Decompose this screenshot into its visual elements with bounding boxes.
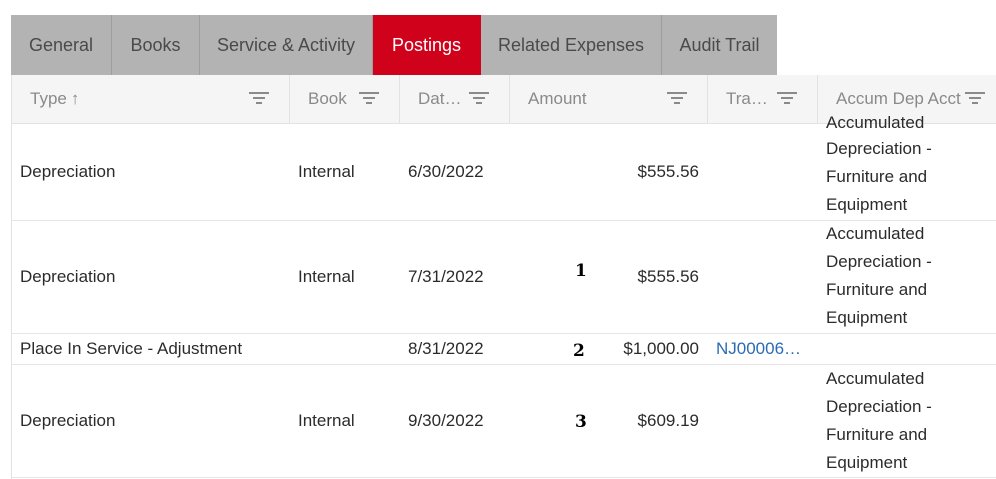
tab-postings[interactable]: Postings — [373, 15, 481, 75]
cell-date: 7/31/2022 — [408, 267, 484, 286]
tab-books[interactable]: Books — [112, 15, 200, 75]
tab-audit-trail[interactable]: Audit Trail — [662, 15, 777, 75]
filter-icon[interactable] — [359, 91, 379, 107]
cell-accum-dep-acct: Depreciation - Furniture and Equipment — [826, 139, 932, 214]
cell-date: 9/30/2022 — [408, 411, 484, 430]
tab-related-expenses[interactable]: Related Expenses — [481, 15, 662, 75]
cell-book: Internal — [298, 161, 355, 181]
column-header-label: Book — [308, 89, 347, 108]
postings-grid: Type ↑ Book Dat… Amount Tra… Accum Dep A… — [11, 75, 996, 479]
filter-icon[interactable] — [965, 91, 985, 107]
column-header-type[interactable]: Type ↑ — [12, 75, 290, 123]
column-header-label: Type — [30, 89, 67, 108]
cell-accum-dep-acct: Accumulated Depreciation - Furniture and… — [826, 224, 932, 327]
column-header-amount[interactable]: Amount — [510, 75, 708, 123]
cell-type: Place In Service - Adjustment — [20, 339, 243, 358]
table-row[interactable]: Place In Service - Adjustment 8/31/2022 … — [12, 334, 996, 365]
column-header-book[interactable]: Book — [290, 75, 400, 123]
tab-general[interactable]: General — [11, 15, 112, 75]
filter-icon[interactable] — [667, 91, 687, 107]
cell-accum-dep-acct: Accumulated Depreciation - Furniture and… — [826, 369, 932, 472]
column-header-label: Tra… — [726, 89, 768, 108]
column-header-transaction[interactable]: Tra… — [708, 75, 818, 123]
cell-amount: $555.56 — [637, 267, 699, 286]
tab-bar: General Books Service & Activity Posting… — [11, 15, 777, 75]
column-header-label: Amount — [528, 89, 587, 108]
tab-service-activity[interactable]: Service & Activity — [200, 15, 373, 75]
cell-accum-dep-acct-partial: Accumulated — [826, 113, 925, 132]
transaction-link[interactable]: NJ00006… — [716, 334, 812, 364]
table-row[interactable]: Depreciation Internal 9/30/2022 3 $609.1… — [12, 365, 996, 478]
cell-book: Internal — [298, 267, 355, 286]
filter-icon[interactable] — [469, 91, 489, 107]
sort-ascending-icon: ↑ — [70, 89, 80, 108]
table-row[interactable]: Depreciation Internal 6/30/2022 $555.56 … — [12, 113, 996, 221]
filter-icon[interactable] — [777, 91, 797, 107]
cell-date: 8/31/2022 — [408, 339, 484, 358]
cell-amount: $555.56 — [637, 161, 699, 181]
filter-icon[interactable] — [249, 91, 269, 107]
cell-type: Depreciation — [20, 161, 116, 181]
column-header-label: Dat… — [418, 89, 462, 108]
cell-amount: $609.19 — [637, 411, 699, 430]
cell-book: Internal — [298, 411, 355, 430]
column-header-date[interactable]: Dat… — [400, 75, 510, 123]
cell-type: Depreciation — [20, 411, 116, 430]
cell-date: 6/30/2022 — [408, 161, 484, 181]
table-row[interactable]: Depreciation Internal 7/31/2022 1 $555.5… — [12, 221, 996, 334]
cell-amount: $1,000.00 — [623, 339, 699, 358]
column-header-label: Accum Dep Acct — [836, 89, 961, 108]
cell-type: Depreciation — [20, 267, 116, 286]
